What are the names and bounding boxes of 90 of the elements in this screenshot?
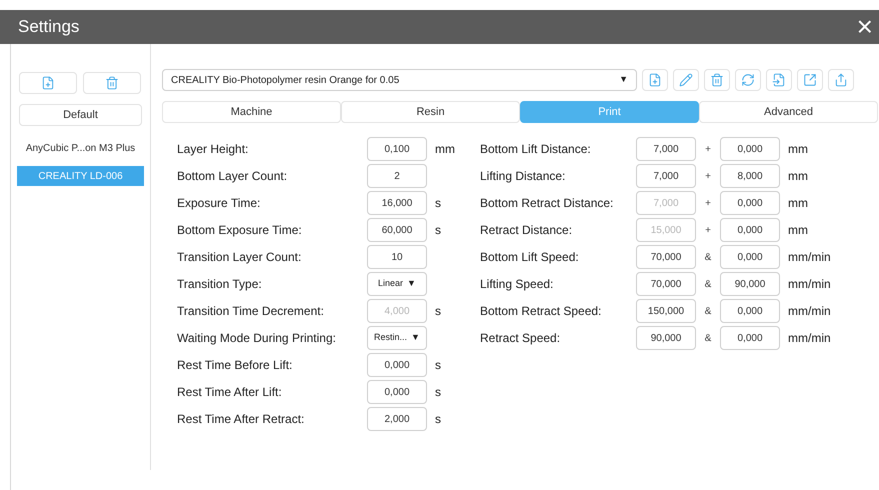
- export-icon: [803, 73, 817, 87]
- share-icon: [834, 73, 848, 87]
- unit-label: mm: [788, 195, 808, 212]
- operator-label: +: [704, 196, 712, 210]
- number-field[interactable]: 70,000: [636, 272, 696, 296]
- select-field[interactable]: Restin... ▼: [367, 326, 427, 350]
- close-button[interactable]: ×: [856, 13, 873, 41]
- tab[interactable]: Machine: [162, 101, 341, 123]
- number-field[interactable]: 0,100: [367, 137, 427, 161]
- unit-label: s: [435, 384, 441, 401]
- tab[interactable]: Advanced: [699, 101, 878, 123]
- field-label: Bottom Lift Speed:: [480, 249, 580, 266]
- default-button[interactable]: Default: [19, 104, 142, 126]
- number-field[interactable]: 0,000: [720, 137, 780, 161]
- unit-label: mm: [788, 222, 808, 239]
- add-profile-button[interactable]: [19, 72, 77, 94]
- number-field[interactable]: 2: [367, 164, 427, 188]
- field-label: Exposure Time:: [177, 195, 262, 212]
- field-label: Rest Time After Retract:: [177, 411, 306, 428]
- number-field[interactable]: 7,000: [636, 164, 696, 188]
- tab[interactable]: Resin: [341, 101, 520, 123]
- unit-label: s: [435, 222, 441, 239]
- number-field[interactable]: 2,000: [367, 407, 427, 431]
- operator-label: &: [704, 278, 712, 292]
- number-field[interactable]: 90,000: [636, 326, 696, 350]
- number-field[interactable]: 0,000: [367, 380, 427, 404]
- field-label: Bottom Layer Count:: [177, 168, 288, 185]
- delete-profile-icon: [105, 76, 119, 90]
- field-label: Transition Time Decrement:: [177, 303, 325, 320]
- delete-profile-button[interactable]: [83, 72, 141, 94]
- field-label: Bottom Retract Distance:: [480, 195, 614, 212]
- unit-label: mm: [788, 168, 808, 185]
- pencil-button[interactable]: [673, 69, 699, 91]
- unit-label: mm/min: [788, 276, 831, 293]
- unit-label: mm/min: [788, 330, 831, 347]
- resin-dropdown[interactable]: CREALITY Bio-Photopolymer resin Orange for 0.05 ▼: [162, 69, 637, 91]
- import-button[interactable]: [766, 69, 792, 91]
- number-field[interactable]: 90,000: [720, 272, 780, 296]
- number-field[interactable]: 0,000: [720, 299, 780, 323]
- export-button[interactable]: [797, 69, 823, 91]
- field-label: Layer Height:: [177, 141, 250, 158]
- trash-icon: [710, 73, 724, 87]
- unit-label: s: [435, 411, 441, 428]
- number-field[interactable]: 150,000: [636, 299, 696, 323]
- unit-label: mm/min: [788, 303, 831, 320]
- unit-label: mm: [788, 141, 808, 158]
- unit-label: s: [435, 195, 441, 212]
- number-field[interactable]: 0,000: [720, 245, 780, 269]
- field-label: Retract Distance:: [480, 222, 574, 239]
- field-label: Bottom Exposure Time:: [177, 222, 303, 239]
- select-field[interactable]: Linear ▼: [367, 272, 427, 296]
- operator-label: +: [704, 224, 712, 238]
- number-field[interactable]: 70,000: [636, 245, 696, 269]
- import-icon: [772, 73, 786, 87]
- number-field[interactable]: 7,000: [636, 137, 696, 161]
- field-label: Bottom Lift Distance:: [480, 141, 592, 158]
- unit-label: mm: [435, 141, 455, 158]
- field-label: Retract Speed:: [480, 330, 562, 347]
- refresh-icon: [741, 73, 755, 87]
- pencil-icon: [679, 73, 693, 87]
- add-profile-icon: [41, 76, 55, 90]
- number-field[interactable]: 0,000: [720, 326, 780, 350]
- field-label: Transition Type:: [177, 276, 263, 293]
- field-label: Transition Layer Count:: [177, 249, 302, 266]
- unit-label: s: [435, 357, 441, 374]
- unit-label: mm/min: [788, 249, 831, 266]
- unit-label: s: [435, 303, 441, 320]
- number-field[interactable]: 8,000: [720, 164, 780, 188]
- operator-label: +: [704, 170, 712, 184]
- refresh-button[interactable]: [735, 69, 761, 91]
- operator-label: &: [704, 304, 712, 318]
- number-field[interactable]: 16,000: [367, 191, 427, 215]
- new-file-icon: [648, 73, 662, 87]
- field-label: Rest Time After Lift:: [177, 384, 283, 401]
- operator-label: &: [704, 250, 712, 264]
- number-field[interactable]: 60,000: [367, 218, 427, 242]
- trash-button[interactable]: [704, 69, 730, 91]
- new-file-button[interactable]: [642, 69, 668, 91]
- profile-item[interactable]: AnyCubic P...on M3 Plus: [13, 138, 148, 158]
- number-field[interactable]: 10: [367, 245, 427, 269]
- number-field[interactable]: 0,000: [367, 353, 427, 377]
- field-label: Waiting Mode During Printing:: [177, 330, 337, 347]
- field-label: Bottom Retract Speed:: [480, 303, 602, 320]
- window-title: Settings: [18, 16, 80, 38]
- share-button[interactable]: [828, 69, 854, 91]
- operator-label: &: [704, 332, 712, 346]
- field-label: Lifting Distance:: [480, 168, 566, 185]
- operator-label: +: [704, 142, 712, 156]
- field-label: Rest Time Before Lift:: [177, 357, 294, 374]
- field-label: Lifting Speed:: [480, 276, 554, 293]
